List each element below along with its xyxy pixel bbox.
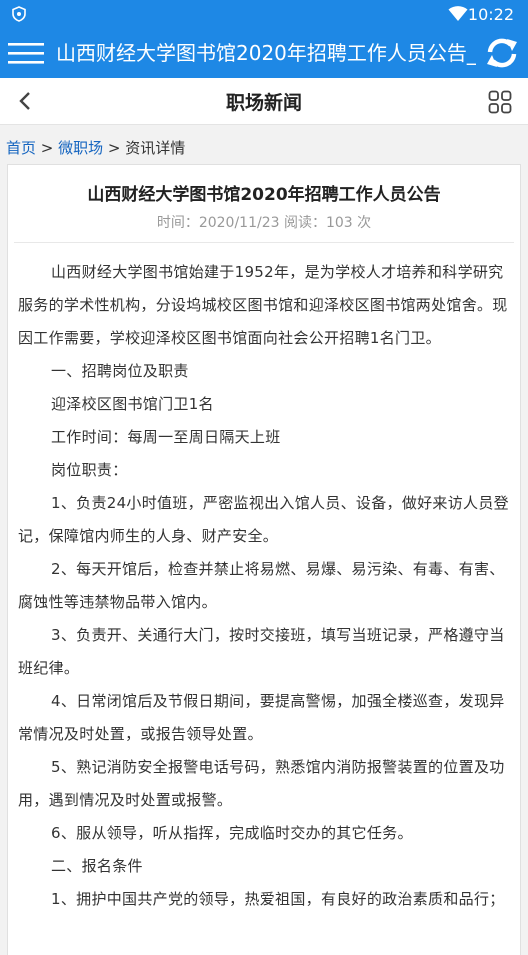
- article-paragraph: 二、报名条件: [51, 857, 143, 875]
- article-paragraph: 2、每天开馆后，检查并禁止将易燃、易爆、易污染、有毒、有害、腐蚀性等违禁物品带入…: [18, 560, 505, 611]
- article-paragraph: 3、负责开、关通行大门，按时交接班，填写当班记录，严格遵守当班纪律。: [18, 626, 505, 677]
- breadcrumb-current: 资讯详情: [125, 139, 186, 157]
- article-paragraph: 1、负责24小时值班，严密监视出入馆人员、设备，做好来访人员登记，保障馆内师生的…: [18, 494, 509, 545]
- app-bar: 山西财经大学图书馆2020年招聘工作人员公告_...: [0, 28, 528, 78]
- article-paragraph: 工作时间：每周一至周日隔天上班: [51, 428, 281, 446]
- status-bar: 10:22: [0, 0, 528, 28]
- app-bar-title: 山西财经大学图书馆2020年招聘工作人员公告_...: [56, 41, 476, 65]
- nav-bar: 职场新闻: [0, 78, 528, 125]
- breadcrumb-separator: >: [103, 139, 126, 157]
- article-title: 山西财经大学图书馆2020年招聘工作人员公告: [87, 185, 441, 205]
- article-card: 山西财经大学图书馆2020年招聘工作人员公告 时间：2020/11/23 阅读：…: [7, 164, 521, 955]
- breadcrumb-home[interactable]: 首页: [6, 139, 36, 157]
- article-paragraph: 6、服从领导，听从指挥，完成临时交办的其它任务。: [51, 824, 413, 842]
- article-meta: 时间：2020/11/23 阅读：103 次: [156, 215, 372, 231]
- article-body: 山西财经大学图书馆始建于1952年，是为学校人才培养和科学研究服务的学术性机构，…: [18, 256, 510, 916]
- article-paragraph: 岗位职责：: [51, 461, 128, 479]
- divider: [14, 242, 514, 243]
- shield-icon: [12, 6, 26, 22]
- breadcrumb: 首页 > 微职场 > 资讯详情: [6, 137, 185, 158]
- article-paragraph: 4、日常闭馆后及节假日期间，要提高警惕，加强全楼巡查，发现异常情况及时处置，或报…: [18, 692, 505, 743]
- menu-icon[interactable]: [8, 39, 44, 67]
- nav-title: 职场新闻: [225, 92, 302, 114]
- article-paragraph: 1、拥护中国共产党的领导，热爱祖国，有良好的政治素质和品行；: [51, 890, 505, 908]
- article-paragraph: 山西财经大学图书馆始建于1952年，是为学校人才培养和科学研究服务的学术性机构，…: [18, 263, 508, 347]
- article-paragraph: 迎泽校区图书馆门卫1名: [51, 395, 214, 413]
- breadcrumb-separator: >: [36, 139, 59, 157]
- grid-icon[interactable]: [488, 90, 512, 114]
- refresh-icon[interactable]: [484, 36, 520, 70]
- article-paragraph: 5、熟记消防安全报警电话号码，熟悉馆内消防报警装置的位置及功用，遇到情况及时处置…: [18, 758, 505, 809]
- wifi-icon: [448, 6, 468, 21]
- article-paragraph: 一、招聘岗位及职责: [51, 362, 189, 380]
- breadcrumb-section[interactable]: 微职场: [58, 139, 103, 157]
- status-time: 10:22: [467, 5, 514, 24]
